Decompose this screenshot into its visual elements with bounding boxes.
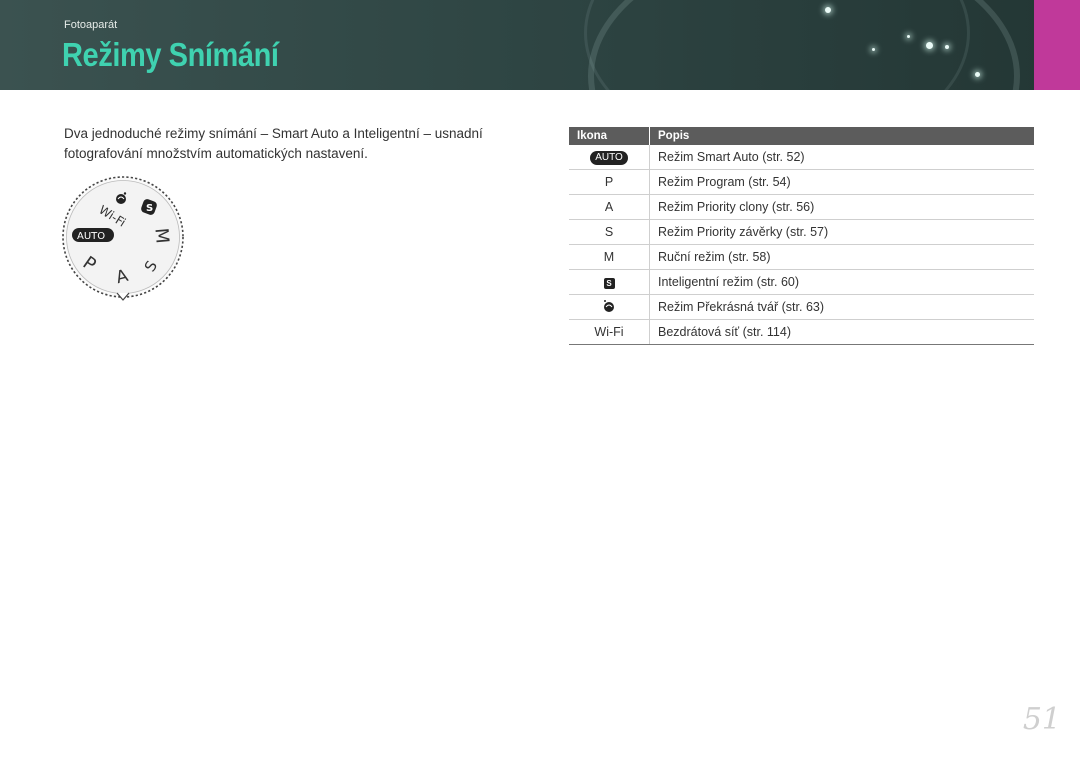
manual-mode-icon: M xyxy=(569,244,650,270)
page-title: Režimy Snímání xyxy=(62,36,279,73)
row-description: Bezdrátová síť (str. 114) xyxy=(649,319,1034,345)
row-icon-cell: S xyxy=(569,269,650,295)
table-row: A Režim Priority clony (str. 56) xyxy=(569,194,1034,220)
mode-dial-graphic: Wi-Fi S AUTO M S A P xyxy=(62,176,184,301)
beauty-face-icon xyxy=(604,299,614,312)
sparkle-decoration xyxy=(907,35,910,38)
table-header-row: Ikona Popis xyxy=(569,127,1034,145)
mode-table: Ikona Popis AUTO Režim Smart Auto (str. … xyxy=(569,127,1034,345)
aperture-mode-icon: A xyxy=(569,194,650,220)
sparkle-decoration xyxy=(945,45,949,49)
row-description: Režim Překrásná tvář (str. 63) xyxy=(649,294,1034,320)
row-description: Režim Smart Auto (str. 52) xyxy=(649,145,1034,170)
header-decoration-inner xyxy=(584,0,970,90)
sparkle-decoration xyxy=(926,42,933,49)
row-description: Režim Priority závěrky (str. 57) xyxy=(649,219,1034,245)
chapter-accent-tab xyxy=(1034,0,1080,90)
page-number: 51 xyxy=(1022,702,1061,737)
column-header-description: Popis xyxy=(649,127,1034,145)
wifi-mode-icon: Wi-Fi xyxy=(569,319,650,345)
sparkle-decoration xyxy=(825,7,831,13)
row-description: Ruční režim (str. 58) xyxy=(649,244,1034,270)
page-header: Fotoaparát Režimy Snímání xyxy=(0,0,1080,90)
table-row: AUTO Režim Smart Auto (str. 52) xyxy=(569,145,1034,170)
mode-dial: Wi-Fi S AUTO M S A P xyxy=(58,172,188,302)
sparkle-decoration xyxy=(975,72,980,77)
table-row: Wi-Fi Bezdrátová síť (str. 114) xyxy=(569,319,1034,345)
table-row: M Ruční režim (str. 58) xyxy=(569,244,1034,270)
column-header-icon: Ikona xyxy=(569,127,650,145)
row-description: Inteligentní režim (str. 60) xyxy=(649,269,1034,295)
table-row: S Inteligentní režim (str. 60) xyxy=(569,269,1034,295)
row-icon-cell: AUTO xyxy=(569,145,650,170)
row-icon-cell xyxy=(569,294,650,320)
dial-m-label: M xyxy=(150,227,172,244)
table-row: P Režim Program (str. 54) xyxy=(569,169,1034,195)
smart-mode-icon: S xyxy=(603,278,615,289)
section-label: Fotoaparát xyxy=(64,19,118,31)
table-row: Režim Překrásná tvář (str. 63) xyxy=(569,294,1034,320)
dial-auto-badge: AUTO xyxy=(72,228,114,242)
svg-text:S: S xyxy=(146,203,153,214)
shutter-mode-icon: S xyxy=(569,219,650,245)
dial-auto-label: AUTO xyxy=(77,231,105,242)
auto-mode-icon: AUTO xyxy=(590,151,628,165)
table-row: S Režim Priority závěrky (str. 57) xyxy=(569,219,1034,245)
row-description: Režim Priority clony (str. 56) xyxy=(649,194,1034,220)
intro-paragraph: Dva jednoduché režimy snímání – Smart Au… xyxy=(64,126,483,161)
row-description: Režim Program (str. 54) xyxy=(649,169,1034,195)
sparkle-decoration xyxy=(872,48,875,51)
program-mode-icon: P xyxy=(569,169,650,195)
